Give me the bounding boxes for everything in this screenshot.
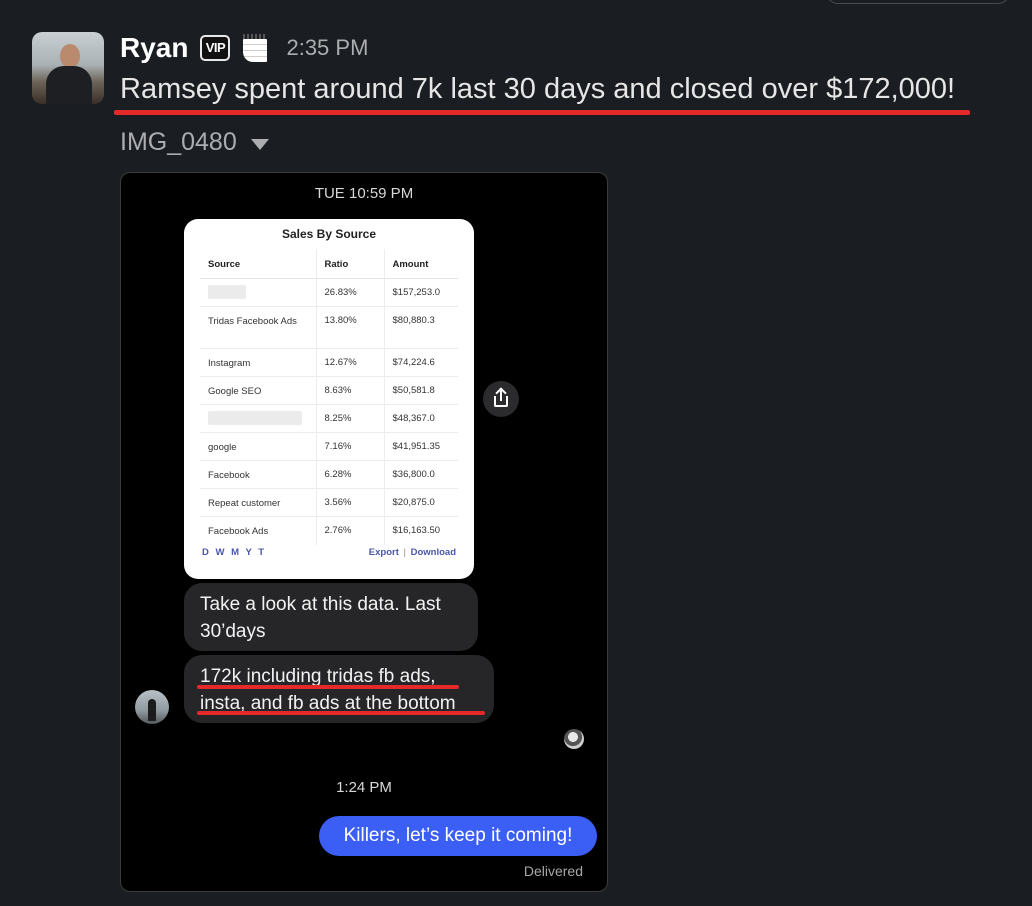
conversation-timestamp: TUE 10:59 PM bbox=[314, 185, 414, 202]
card-footer: D W M Y T Export | Download bbox=[202, 547, 456, 558]
amount-cell: $20,875.0 bbox=[384, 488, 458, 517]
sales-by-source-card: Sales By Source Source Ratio Amount 26.8… bbox=[184, 219, 474, 579]
attachment-header[interactable]: IMG_0480 bbox=[120, 128, 269, 157]
column-header: Amount bbox=[384, 249, 458, 279]
download-link[interactable]: Download bbox=[411, 547, 456, 558]
red-underline bbox=[197, 685, 459, 689]
ratio-cell: 6.28% bbox=[316, 460, 385, 489]
table-row: Facebook 6.28% $36,800.0 bbox=[200, 460, 458, 489]
attached-image[interactable]: TUE 10:59 PM Sales By Source Source Rati… bbox=[120, 172, 608, 892]
amount-cell: $74,224.6 bbox=[384, 348, 458, 377]
table-row: Tridas Facebook Ads 13.80% $80,880.3 bbox=[200, 306, 458, 349]
table-row: 26.83% $157,253.0 bbox=[200, 278, 458, 307]
red-underline bbox=[197, 711, 485, 715]
source-cell: Repeat customer bbox=[200, 488, 317, 517]
table-row: Google SEO 8.63% $50,581.8 bbox=[200, 376, 458, 405]
table-row: Facebook Ads 2.76% $16,163.50 bbox=[200, 516, 458, 545]
share-button[interactable] bbox=[483, 381, 519, 417]
redacted-block bbox=[208, 285, 246, 300]
ratio-cell: 26.83% bbox=[316, 278, 385, 307]
source-cell: Tridas Facebook Ads bbox=[200, 306, 317, 349]
table-row: 8.25% $48,367.0 bbox=[200, 404, 458, 433]
avatar-body bbox=[46, 66, 92, 104]
message-timestamp[interactable]: 2:35 PM bbox=[286, 35, 368, 61]
caret-down-icon[interactable] bbox=[250, 138, 269, 150]
ratio-cell: 12.67% bbox=[316, 348, 385, 377]
source-cell: Facebook Ads bbox=[200, 516, 317, 545]
calendar-icon bbox=[242, 34, 268, 62]
top-pill-outline bbox=[826, 0, 1010, 4]
avatar-head bbox=[60, 44, 80, 68]
attachment-name[interactable]: IMG_0480 bbox=[120, 128, 237, 157]
sales-table: Source Ratio Amount 26.83% $157,253.0 Tr… bbox=[200, 249, 458, 545]
table-row: Repeat customer 3.56% $20,875.0 bbox=[200, 488, 458, 517]
amount-cell: $48,367.0 bbox=[384, 404, 458, 433]
source-cell bbox=[200, 404, 317, 433]
ratio-cell: 7.16% bbox=[316, 432, 385, 461]
source-cell: google bbox=[200, 432, 317, 461]
source-cell: Google SEO bbox=[200, 376, 317, 405]
conversation-timestamp: 1:24 PM bbox=[336, 779, 392, 796]
read-receipt-avatar bbox=[564, 729, 584, 749]
ratio-cell: 8.25% bbox=[316, 404, 385, 433]
contact-avatar bbox=[135, 690, 169, 724]
amount-cell: $16,163.50 bbox=[384, 516, 458, 545]
ratio-cell: 3.56% bbox=[316, 488, 385, 517]
amount-cell: $36,800.0 bbox=[384, 460, 458, 489]
ratio-cell: 8.63% bbox=[316, 376, 385, 405]
received-message-bubble: Take a look at this data. Last 30’days bbox=[184, 583, 478, 651]
source-cell bbox=[200, 278, 317, 307]
column-header: Source bbox=[200, 249, 317, 279]
source-cell: Instagram bbox=[200, 348, 317, 377]
sent-message-bubble: Killers, let’s keep it coming! bbox=[319, 816, 597, 856]
amount-cell: $50,581.8 bbox=[384, 376, 458, 405]
message-header: Ryan VIP 2:35 PM bbox=[120, 30, 368, 66]
source-cell: Facebook bbox=[200, 460, 317, 489]
amount-cell: $41,951.35 bbox=[384, 432, 458, 461]
amount-cell: $80,880.3 bbox=[384, 306, 458, 349]
export-link[interactable]: Export bbox=[369, 547, 399, 558]
footer-actions: Export | Download bbox=[369, 547, 456, 558]
message-text: Ramsey spent around 7k last 30 days and … bbox=[120, 73, 956, 105]
table-row: google 7.16% $41,951.35 bbox=[200, 432, 458, 461]
ratio-cell: 13.80% bbox=[316, 306, 385, 349]
ratio-cell: 2.76% bbox=[316, 516, 385, 545]
card-title: Sales By Source bbox=[281, 227, 377, 241]
amount-cell: $157,253.0 bbox=[384, 278, 458, 307]
delivered-status: Delivered bbox=[523, 863, 583, 879]
sender-name[interactable]: Ryan bbox=[120, 32, 188, 64]
red-underline bbox=[114, 110, 970, 115]
redacted-block bbox=[208, 411, 302, 426]
separator: | bbox=[403, 547, 406, 558]
column-header: Ratio bbox=[316, 249, 385, 279]
avatar[interactable] bbox=[32, 32, 104, 104]
vip-badge: VIP bbox=[200, 35, 231, 61]
period-selector[interactable]: D W M Y T bbox=[202, 547, 266, 558]
table-row: Instagram 12.67% $74,224.6 bbox=[200, 348, 458, 377]
